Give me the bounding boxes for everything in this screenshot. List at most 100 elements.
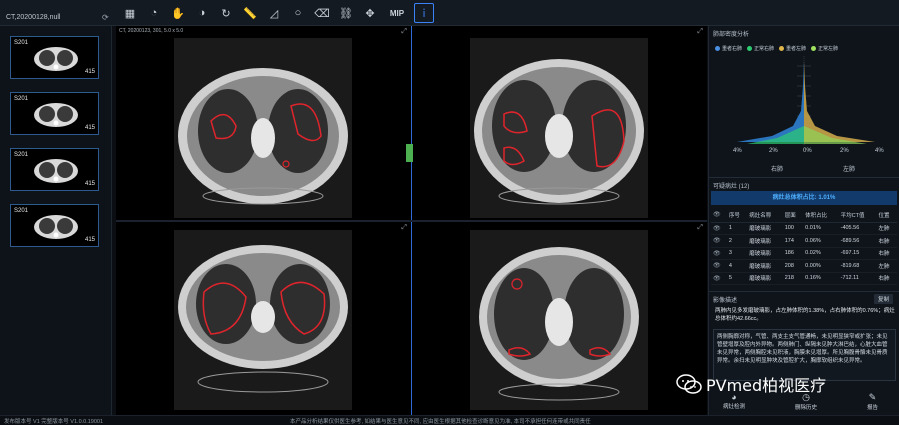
legend-item[interactable]: 重者右肺 bbox=[715, 45, 742, 52]
visibility-icon[interactable]: 👁 bbox=[711, 208, 727, 223]
wechat-icon bbox=[676, 374, 702, 394]
visibility-toggle[interactable]: 👁 bbox=[711, 272, 727, 285]
info-icon[interactable]: ⅰ bbox=[414, 3, 434, 23]
eraser-icon[interactable]: ⌫ bbox=[312, 3, 332, 23]
series-count: 415 bbox=[84, 237, 95, 243]
eye-icon[interactable]: 👁 bbox=[713, 251, 721, 257]
legend-dot-icon bbox=[811, 46, 817, 51]
viewport-top-right[interactable]: ⤢ bbox=[412, 26, 707, 220]
column-header[interactable]: 位置 bbox=[876, 208, 897, 223]
table-row[interactable]: 👁 2 磨玻璃影 174 0.06% -689.56 右肺 bbox=[711, 234, 897, 248]
series-count: 415 bbox=[84, 125, 95, 131]
window-level-icon[interactable]: ◑ bbox=[192, 3, 212, 23]
table-cell: 174 bbox=[782, 234, 804, 248]
table-cell: -689.56 bbox=[838, 234, 877, 248]
series-label: S201 bbox=[14, 40, 29, 46]
watermark-text: PVmed柏视医疗 bbox=[706, 376, 827, 395]
eye-icon[interactable]: 👁 bbox=[713, 263, 721, 269]
disclaimer-text: 本产品分析结果仅供医生参考, 如结果与医生意见不同, 应由医生根据其他检查诊断意… bbox=[290, 419, 591, 425]
table-row[interactable]: 👁 3 磨玻璃影 186 0.02% -697.15 右肺 bbox=[711, 247, 897, 260]
table-cell: 0.16% bbox=[803, 272, 839, 285]
column-header[interactable]: 序号 bbox=[726, 208, 748, 223]
table-cell: 1 bbox=[726, 222, 748, 235]
table-row[interactable]: 👁 1 磨玻璃影 100 0.01% -405.56 左肺 bbox=[711, 222, 897, 235]
image-viewer[interactable]: CT, 20200123, 301, 5.0 x 5.0 ⤢ ⤢ ⤢ ⤢ bbox=[116, 26, 707, 415]
table-cell: 208 bbox=[782, 259, 804, 273]
viewport-top-left[interactable]: CT, 20200123, 301, 5.0 x 5.0 ⤢ bbox=[116, 26, 411, 220]
column-header[interactable]: 平均CT值 bbox=[838, 208, 877, 223]
legend-item[interactable]: 正常左肺 bbox=[811, 45, 838, 52]
table-cell: -697.15 bbox=[838, 247, 877, 260]
table-cell: 218 bbox=[782, 272, 804, 285]
visibility-toggle[interactable]: 👁 bbox=[711, 247, 727, 260]
left-lung-label: 左肺 bbox=[843, 167, 856, 173]
visibility-toggle[interactable]: 👁 bbox=[711, 222, 727, 235]
description-title: 影像描述 bbox=[709, 291, 899, 307]
density-legend: 重者右肺 正常右肺 重者左肺 正常左肺 bbox=[709, 45, 899, 52]
description-summary: 两肺内见多发磨玻璃影，占左肺体积的1.38%，占右肺体积的0.76%；病灶总体积… bbox=[715, 308, 895, 322]
visibility-toggle[interactable]: 👁 bbox=[711, 234, 727, 248]
table-cell: 左肺 bbox=[876, 259, 897, 273]
axis-tick: 2% bbox=[769, 148, 778, 154]
table-header-row: 👁 序号 病灶名称 层面 体积占比 平均CT值 位置 bbox=[711, 208, 897, 223]
action-label: 删除历史 bbox=[795, 405, 818, 411]
viewport-bottom-left[interactable]: ⤢ bbox=[116, 222, 411, 415]
series-thumbnail[interactable]: S201 415 bbox=[10, 204, 99, 247]
layout-grid-icon[interactable]: ▦ bbox=[120, 3, 140, 23]
visibility-toggle[interactable]: 👁 bbox=[711, 259, 727, 273]
series-thumbnail[interactable]: S201 415 bbox=[10, 92, 99, 135]
table-cell: 磨玻璃影 bbox=[747, 234, 783, 248]
slice-position-marker[interactable] bbox=[406, 144, 413, 162]
lesion-table: 👁 序号 病灶名称 层面 体积占比 平均CT值 位置 👁 1 磨玻璃影 100 0.01… bbox=[711, 208, 897, 285]
table-cell: 右肺 bbox=[876, 247, 897, 260]
ruler-icon[interactable]: 📏 bbox=[240, 3, 260, 23]
status-footer: 发布版本号 V1 完整版本号 V1.0.0.19001 本产品分析结果仅供医生参… bbox=[0, 415, 899, 425]
link-icon[interactable]: ⛓ bbox=[336, 3, 356, 23]
ellipse-roi-icon[interactable]: ○ bbox=[288, 3, 308, 23]
column-header[interactable]: 体积占比 bbox=[803, 208, 839, 223]
action-label: 报告 bbox=[867, 405, 879, 411]
ct-slice-image bbox=[174, 38, 352, 218]
eye-icon[interactable]: 👁 bbox=[713, 238, 721, 244]
eye-icon[interactable]: 👁 bbox=[713, 226, 721, 232]
series-thumbnail[interactable]: S201 415 bbox=[10, 36, 99, 79]
table-cell: -819.68 bbox=[838, 259, 877, 273]
eye-icon[interactable]: 👁 bbox=[713, 276, 721, 282]
table-row[interactable]: 👁 4 磨玻璃影 208 0.00% -819.68 左肺 bbox=[711, 259, 897, 273]
column-header[interactable]: 层面 bbox=[782, 208, 804, 223]
column-header[interactable]: 病灶名称 bbox=[747, 208, 783, 223]
table-cell: 0.01% bbox=[803, 222, 839, 235]
series-label: S201 bbox=[14, 208, 29, 214]
reset-icon[interactable]: ↻ bbox=[216, 3, 236, 23]
axis-tick: 2% bbox=[840, 148, 849, 154]
tool-group: ▦ ◔ ✋ ◑ ↻ 📏 ◿ ○ ⌫ ⛓ ✥ MIP ⅰ bbox=[120, 3, 434, 23]
legend-label: 正常左肺 bbox=[818, 46, 839, 52]
table-cell: 右肺 bbox=[876, 234, 897, 248]
copy-button[interactable]: 复制 bbox=[873, 294, 893, 304]
table-cell: 左肺 bbox=[876, 222, 897, 235]
report-button[interactable]: ✎ 报告 bbox=[867, 392, 878, 411]
action-label: 病灶检测 bbox=[723, 404, 746, 410]
table-cell: 0.02% bbox=[803, 247, 839, 260]
move-icon[interactable]: ✥ bbox=[360, 3, 380, 23]
right-lung-label: 右肺 bbox=[771, 167, 784, 173]
viewport-divider-horizontal[interactable] bbox=[116, 220, 707, 222]
legend-label: 正常右肺 bbox=[754, 46, 775, 52]
pan-hand-icon[interactable]: ✋ bbox=[168, 3, 188, 23]
table-cell: 3 bbox=[726, 247, 748, 260]
axis-tick: 4% bbox=[875, 148, 884, 154]
series-count: 415 bbox=[84, 69, 95, 75]
series-thumbnail[interactable]: S201 415 bbox=[10, 148, 99, 191]
mip-button[interactable]: MIP bbox=[384, 3, 410, 23]
legend-item[interactable]: 重者左肺 bbox=[779, 45, 806, 52]
legend-item[interactable]: 正常右肺 bbox=[747, 45, 774, 52]
magnifier-icon[interactable]: ◔ bbox=[144, 3, 164, 23]
legend-label: 重者左肺 bbox=[786, 46, 807, 52]
refresh-icon[interactable]: ⟳ bbox=[102, 13, 109, 22]
angle-icon[interactable]: ◿ bbox=[264, 3, 284, 23]
ct-slice-image bbox=[470, 230, 648, 410]
table-cell: 186 bbox=[782, 247, 804, 260]
table-row[interactable]: 👁 5 磨玻璃影 218 0.16% -712.11 右肺 bbox=[711, 272, 897, 285]
table-cell: -712.11 bbox=[838, 272, 877, 285]
viewport-bottom-right[interactable]: ⤢ bbox=[412, 222, 707, 415]
